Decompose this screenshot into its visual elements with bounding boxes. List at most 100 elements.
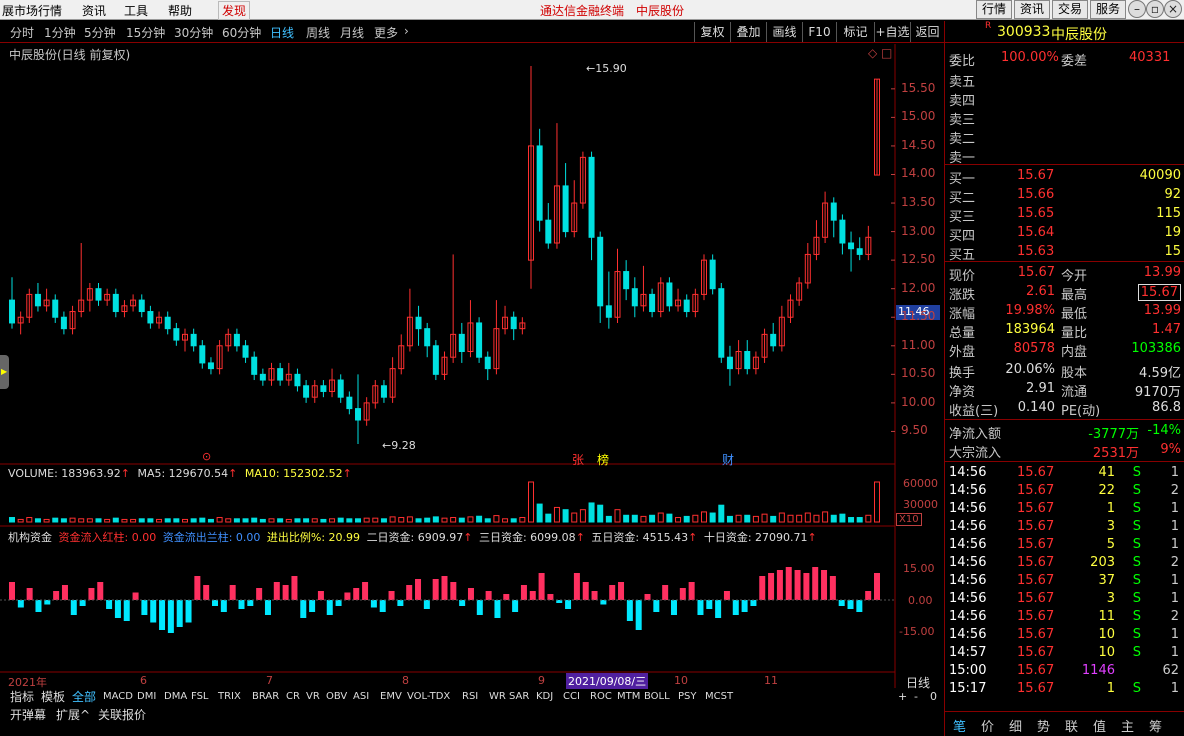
price-tick-label: 12.00	[901, 280, 936, 295]
indicator-tab[interactable]: VOL-TDX	[407, 689, 462, 706]
quote-tab[interactable]: 联	[1065, 716, 1078, 735]
tick-volume: 1	[1106, 501, 1115, 516]
indicator-tab[interactable]: DMA	[164, 689, 191, 706]
period-1min[interactable]: 1分钟	[44, 24, 76, 41]
candle-body	[277, 368, 284, 381]
fund-bar	[344, 592, 351, 600]
period-15min[interactable]: 15分钟	[126, 24, 165, 41]
stat-value: 183964	[1005, 322, 1055, 337]
buy-price: 15.65	[1017, 206, 1055, 221]
tool-favorite[interactable]: +自选	[874, 22, 910, 42]
menu-discover[interactable]: 发现	[218, 1, 251, 20]
indicator-tab[interactable]: 模板	[41, 689, 72, 706]
volume-bar	[268, 518, 275, 523]
fund-y1: 15.00	[903, 562, 935, 575]
btn-trade[interactable]: 交易	[1052, 0, 1088, 19]
indicator-tab[interactable]: FSL	[191, 689, 218, 706]
menu-tools[interactable]: 工具	[124, 2, 148, 19]
menu-info[interactable]: 资讯	[82, 2, 106, 19]
tool-overlay[interactable]: 叠加	[730, 22, 766, 42]
period-5min[interactable]: 5分钟	[84, 24, 116, 41]
period-week[interactable]: 周线	[306, 24, 330, 41]
fund-bar	[362, 582, 369, 600]
btn-service[interactable]: 服务	[1090, 0, 1126, 19]
indicator-tab[interactable]: DMI	[137, 689, 164, 706]
tick-price: 15.67	[1017, 573, 1055, 588]
indicator-tab[interactable]: TRIX	[218, 689, 252, 706]
xaxis-m10: 10	[674, 674, 688, 687]
indicator-tab[interactable]: ROC	[590, 689, 617, 706]
chevron-right-icon[interactable]: ›	[404, 24, 409, 38]
menu-market[interactable]: 展市场行情	[2, 2, 62, 19]
indicator-tab[interactable]: RSI	[462, 689, 489, 706]
volume-bar	[623, 514, 630, 523]
indicator-tab[interactable]: CCI	[563, 689, 590, 706]
indicator-tab[interactable]: OBV	[326, 689, 353, 706]
indicator-tab[interactable]: VR	[306, 689, 326, 706]
expand-button[interactable]: 扩展^	[56, 707, 90, 724]
tick-price: 15.67	[1017, 627, 1055, 642]
period-more[interactable]: 更多	[374, 24, 398, 41]
indicator-tab[interactable]: PSY	[678, 689, 705, 706]
tool-mark[interactable]: 标记	[836, 22, 874, 42]
indicator-tab[interactable]: 全部	[72, 689, 103, 706]
tool-f10[interactable]: F10	[802, 22, 836, 42]
volume-bar	[874, 481, 880, 523]
quote-tab[interactable]: 值	[1093, 716, 1106, 735]
tick-volume: 1146	[1081, 663, 1115, 678]
indicator-tab[interactable]: MCST	[705, 689, 739, 706]
period-60min[interactable]: 60分钟	[222, 24, 261, 41]
quote-tab[interactable]: 势	[1037, 716, 1050, 735]
minimize-icon[interactable]: –	[1128, 0, 1146, 18]
quote-tab[interactable]: 细	[1009, 716, 1022, 735]
candle-body	[199, 345, 206, 364]
tick-row: 14:56 15.67 1 S 1	[945, 500, 1184, 519]
quote-tab[interactable]: 价	[981, 716, 994, 735]
period-day[interactable]: 日线	[270, 24, 294, 41]
marker-limit-up[interactable]: 张	[572, 451, 584, 468]
period-tick[interactable]: 分时	[10, 24, 34, 41]
tool-back[interactable]: 返回	[910, 22, 944, 42]
indicator-tab[interactable]: CR	[286, 689, 306, 706]
indicator-tab[interactable]: KDJ	[536, 689, 563, 706]
candle-body	[60, 316, 67, 330]
tool-draw[interactable]: 画线	[766, 22, 802, 42]
fund-bar	[847, 600, 854, 609]
tool-adjust[interactable]: 复权	[694, 22, 730, 42]
marker-rank[interactable]: 榜	[597, 451, 609, 468]
stat-label: 流通	[1061, 385, 1088, 400]
btn-quote[interactable]: 行情	[976, 0, 1012, 19]
stat-row: 换手 20.06% 股本 4.59亿	[945, 361, 1184, 381]
zoom-reset-button[interactable]: 0	[930, 689, 944, 706]
indicator-tab[interactable]: EMV	[380, 689, 407, 706]
fund-bar	[291, 576, 298, 600]
btn-info[interactable]: 资讯	[1014, 0, 1050, 19]
maximize-icon[interactable]: ▫	[1146, 0, 1164, 18]
flow-amount: 2531万	[1092, 446, 1139, 461]
menu-help[interactable]: 帮助	[168, 2, 192, 19]
period-30min[interactable]: 30分钟	[174, 24, 213, 41]
indicator-tab[interactable]: 指标	[10, 689, 41, 706]
indicator-tab[interactable]: WR	[489, 689, 509, 706]
quote-tab[interactable]: 筹	[1149, 716, 1162, 735]
marker-finance[interactable]: 财	[722, 451, 734, 468]
quote-tab[interactable]: 主	[1121, 716, 1134, 735]
quote-panel: R 300933 中辰股份 委比 100.00% 委差 40331 卖五 卖四 卖三…	[944, 21, 1184, 736]
indicator-tab[interactable]: MTM	[617, 689, 644, 706]
indicator-tab[interactable]: ASI	[353, 689, 380, 706]
quote-tabs: 笔价细势联值主筹	[945, 711, 1184, 735]
close-icon[interactable]: ×	[1164, 0, 1182, 18]
zoom-out-button[interactable]: -	[914, 689, 928, 706]
period-month[interactable]: 月线	[340, 24, 364, 41]
sell-label: 卖三	[949, 113, 976, 128]
marker-event[interactable]: ⊙	[202, 450, 211, 463]
zoom-in-button[interactable]: +	[898, 689, 912, 706]
indicator-tab[interactable]: SAR	[509, 689, 536, 706]
indicator-tab[interactable]: BOLL	[644, 689, 678, 706]
kline-chart[interactable]	[0, 44, 944, 688]
quote-tab[interactable]: 笔	[953, 716, 966, 735]
indicator-tab[interactable]: MACD	[103, 689, 137, 706]
related-quote-button[interactable]: 关联报价	[98, 707, 146, 724]
indicator-tab[interactable]: BRAR	[252, 689, 286, 706]
danmaku-button[interactable]: 开弹幕	[10, 707, 46, 724]
